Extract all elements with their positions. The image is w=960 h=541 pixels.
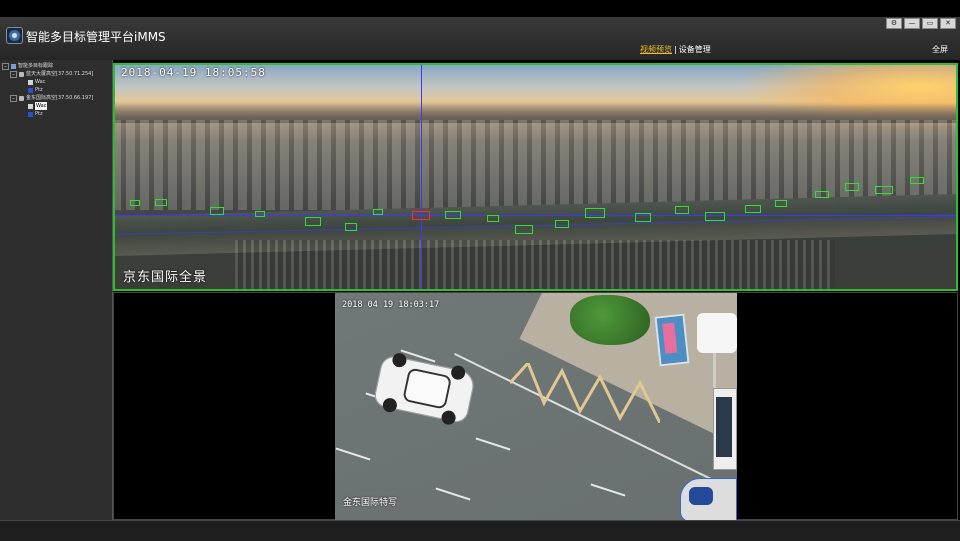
nav-device-management[interactable]: 设备管理 (679, 45, 711, 54)
tracking-box[interactable] (373, 209, 383, 215)
tree-device-1[interactable]: − 蓝天大厦高空[37.50.71.254] (2, 70, 93, 78)
title-bar: 智能多目标管理平台iMMS ⚙ — ▭ ✕ 视频预览 | 设备管理 全屏 (0, 17, 960, 60)
tree-root[interactable]: − 智能多目标跟踪 (2, 62, 93, 70)
tracking-box[interactable] (705, 212, 725, 221)
tree-device-2[interactable]: − 金东国际高空[37.50.66.197] (2, 94, 93, 102)
device-label: 金东国际高空[37.50.66.197] (26, 95, 94, 101)
tracking-box[interactable] (155, 199, 167, 206)
tree-channel[interactable]: Ptz (2, 110, 93, 118)
fullscreen-button[interactable]: 全屏 (932, 44, 948, 55)
tree-channel-selected[interactable]: Wac (2, 102, 93, 110)
tracked-vehicle[interactable] (372, 351, 477, 426)
collapse-toggle-icon[interactable]: − (10, 94, 17, 102)
tree-root-label: 智能多目标跟踪 (18, 63, 54, 69)
folder-icon (11, 63, 16, 69)
nav-separator: | (674, 45, 677, 54)
window-controls: ⚙ — ▭ ✕ (886, 18, 956, 29)
channel-label: Ptz (35, 111, 43, 117)
tracking-box[interactable] (130, 200, 140, 206)
tracking-box[interactable] (305, 217, 321, 226)
lane-marking (475, 437, 511, 451)
camera-icon (19, 95, 24, 101)
maximize-button[interactable]: ▭ (922, 18, 938, 29)
app-title: 智能多目标管理平台iMMS (26, 30, 166, 44)
taxi (680, 478, 737, 520)
app-logo-icon (6, 27, 23, 44)
tracking-box[interactable] (585, 208, 605, 218)
tree-channel[interactable]: Ptz (2, 86, 93, 94)
guide-line-horizontal (115, 215, 956, 216)
tracking-box[interactable] (675, 206, 689, 214)
collapse-toggle-icon[interactable]: − (2, 62, 9, 70)
ptz-channel-icon (28, 87, 33, 93)
ptz-channel-icon (28, 111, 33, 117)
tracking-box[interactable] (255, 211, 265, 217)
parking-lot (235, 240, 835, 289)
tracking-box[interactable] (775, 200, 787, 207)
guide-line-vertical (421, 65, 422, 289)
settings-button[interactable]: ⚙ (886, 18, 902, 29)
closeup-caption: 金东国际特写 (343, 498, 398, 508)
lane-marking (590, 483, 626, 497)
main-nav: 视频预览 | 设备管理 (640, 44, 711, 55)
lane-marking (335, 447, 371, 461)
tracking-box[interactable] (487, 215, 499, 222)
tracking-box[interactable] (445, 211, 461, 219)
billboard (654, 313, 690, 367)
panorama-timestamp: 2018-04-19 18:05:58 (121, 66, 266, 79)
bus-shelter (697, 313, 737, 393)
tree-channel[interactable]: Wac (2, 78, 93, 86)
device-tree: − 智能多目标跟踪 − 蓝天大厦高空[37.50.71.254] Wac Ptz… (2, 62, 93, 118)
tracking-box[interactable] (345, 223, 357, 231)
device-tree-panel: − 智能多目标跟踪 − 蓝天大厦高空[37.50.71.254] Wac Ptz… (0, 60, 113, 520)
tracking-box[interactable] (555, 220, 569, 228)
channel-label: Wac (35, 102, 48, 110)
closeup-video-view[interactable]: 2018 04 19 18:03:17 金东国际特写 (335, 293, 737, 520)
shrub (570, 295, 650, 345)
camera-icon (19, 71, 24, 77)
lane-marking (435, 487, 471, 501)
road-zigzag-marking (510, 363, 660, 423)
device-label: 蓝天大厦高空[37.50.71.254] (26, 71, 94, 77)
minimize-button[interactable]: — (904, 18, 920, 29)
tracking-box[interactable] (210, 207, 224, 215)
panorama-caption: 京东国际全景 (123, 270, 208, 285)
tracking-box[interactable] (845, 183, 859, 191)
nav-video-preview[interactable]: 视频预览 (640, 45, 672, 54)
channel-label: Ptz (35, 87, 43, 93)
panorama-channel-icon (28, 79, 33, 85)
selected-tracking-box[interactable] (412, 211, 430, 220)
panorama-video-view[interactable]: 2018-04-19 18:05:58 京东国际全景 (113, 63, 958, 291)
collapse-toggle-icon[interactable]: − (10, 70, 17, 78)
close-button[interactable]: ✕ (940, 18, 956, 29)
tracking-box[interactable] (875, 186, 893, 194)
tracking-box[interactable] (515, 225, 533, 234)
top-strip (0, 0, 960, 17)
tracking-box[interactable] (745, 205, 761, 213)
channel-label: Wac (35, 79, 46, 85)
closeup-timestamp: 2018 04 19 18:03:17 (342, 300, 440, 310)
tracking-box[interactable] (815, 191, 829, 198)
bus (713, 388, 737, 470)
panorama-channel-icon (28, 103, 33, 109)
status-bar (0, 520, 960, 541)
tracking-box[interactable] (910, 177, 924, 184)
tracking-box[interactable] (635, 213, 651, 222)
